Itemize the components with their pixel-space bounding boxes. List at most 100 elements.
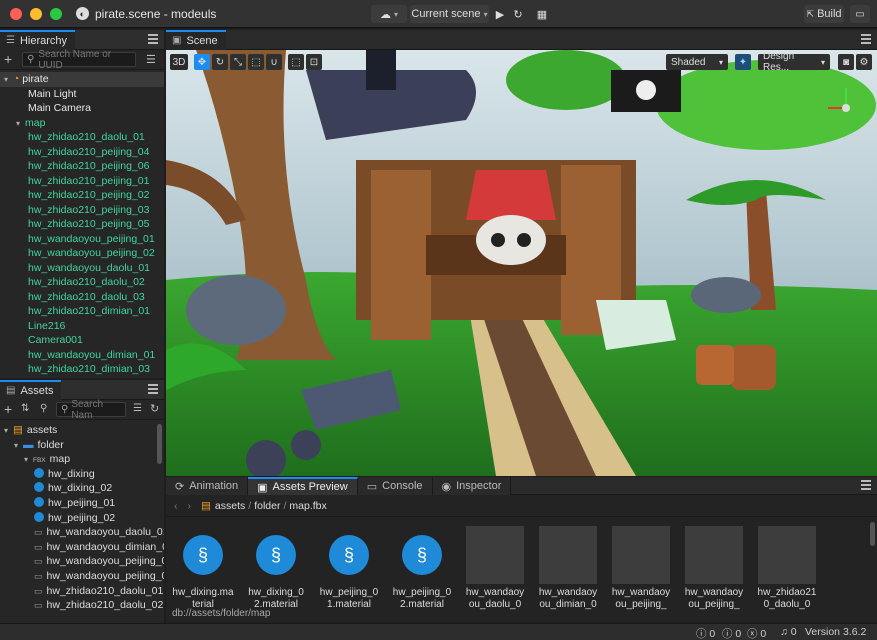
asset-tree-item[interactable]: ▭ hw_wandaoyou_peijing_01: [0, 554, 164, 569]
expand-arrow-icon[interactable]: ▾: [16, 117, 25, 132]
warning-count[interactable]: ⓘ 0: [722, 626, 741, 640]
asset-tree-item[interactable]: ▭ hw_zhidao210_daolu_02: [0, 598, 164, 613]
hierarchy-menu-icon[interactable]: [148, 34, 158, 44]
hierarchy-node[interactable]: Line216: [0, 319, 164, 334]
message-count[interactable]: ⓧ 0: [747, 626, 766, 640]
maximize-window-button[interactable]: [50, 7, 62, 20]
hierarchy-node[interactable]: hw_zhidao210_peijing_05: [0, 217, 164, 232]
hierarchy-node[interactable]: hw_zhidao210_daolu_01: [0, 130, 164, 145]
bottom-menu-icon[interactable]: [861, 480, 871, 490]
tab-assets[interactable]: ▤ Assets: [0, 380, 62, 400]
forward-icon[interactable]: ›: [188, 500, 192, 512]
add-asset-button[interactable]: +: [4, 401, 12, 417]
scene-viewport[interactable]: 3D ✥ ↻ ⤡ ⬚ ∪ ⬚ ⊡ Shaded ▾ ✦ Design Res...…: [166, 50, 877, 476]
tab-inspector[interactable]: ◉ Inspector: [432, 477, 512, 495]
back-icon[interactable]: ‹: [174, 500, 178, 512]
hierarchy-node[interactable]: hw_zhidao210_peijing_03: [0, 203, 164, 218]
notification-count[interactable]: ♫ 0: [780, 626, 797, 638]
assets-scrollbar[interactable]: [157, 424, 162, 464]
scale-tool-button[interactable]: ⤡: [230, 54, 246, 70]
tab-console[interactable]: ▭ Console: [357, 477, 433, 495]
asset-preview-item[interactable]: hw_wandaoyou_peijing_0...: [683, 526, 745, 611]
hierarchy-root-node[interactable]: ▾ ◔ pirate: [0, 72, 164, 87]
assets-menu-icon[interactable]: [148, 384, 158, 394]
error-count[interactable]: ⓘ 0: [696, 626, 715, 640]
asset-tree-item[interactable]: ▾ ▤ assets: [0, 423, 164, 438]
refresh-assets-icon[interactable]: ↻: [150, 402, 159, 415]
asset-tree-item[interactable]: ▭ hw_wandaoyou_daolu_01: [0, 525, 164, 540]
open-project-folder-button[interactable]: ▭: [850, 5, 870, 23]
play-button[interactable]: ▶: [492, 5, 508, 23]
build-button[interactable]: ⇱ Build: [804, 5, 844, 23]
asset-preview-item[interactable]: § hw_peijing_02.material: [391, 526, 453, 611]
filter-icon[interactable]: ⚲: [40, 403, 47, 414]
hierarchy-node[interactable]: hw_zhidao210_daolu_02: [0, 275, 164, 290]
assets-search-input[interactable]: ⚲ Search Nam: [56, 399, 126, 421]
breadcrumb-item[interactable]: map.fbx: [289, 500, 326, 512]
expand-arrow-icon[interactable]: ▾: [14, 439, 23, 454]
hierarchy-search-input[interactable]: ⚲ Search Name or UUID: [22, 49, 136, 71]
asset-tree-item[interactable]: ▾ ▬ folder: [0, 438, 164, 453]
design-resolution-select[interactable]: Design Res... ▾: [758, 51, 830, 73]
rotate-tool-button[interactable]: ↻: [212, 54, 228, 70]
hierarchy-list-options-icon[interactable]: ☰: [146, 53, 156, 66]
hierarchy-node[interactable]: Camera001: [0, 333, 164, 348]
close-window-button[interactable]: [10, 7, 22, 20]
preview-qr-button[interactable]: ▦: [534, 5, 550, 23]
asset-tree-item[interactable]: hw_peijing_02: [0, 511, 164, 526]
hierarchy-node[interactable]: Main Camera: [0, 101, 164, 116]
hierarchy-node[interactable]: hw_zhidao210_peijing_02: [0, 188, 164, 203]
tab-scene[interactable]: ▣ Scene: [166, 30, 226, 50]
asset-tree-item[interactable]: ▾ FBX map: [0, 452, 164, 467]
hierarchy-node[interactable]: hw_zhidao210_peijing_01: [0, 174, 164, 189]
asset-tree-item[interactable]: hw_dixing_02: [0, 481, 164, 496]
pivot-button[interactable]: ⬚: [288, 54, 304, 70]
tab-hierarchy[interactable]: ☰ Hierarchy: [0, 30, 76, 50]
asset-preview-item[interactable]: hw_wandaoyou_daolu_01....: [464, 526, 526, 611]
asset-tree-item[interactable]: ▭ hw_zhidao210_daolu_01: [0, 584, 164, 599]
move-tool-button[interactable]: ✥: [194, 54, 210, 70]
hierarchy-node[interactable]: hw_wandaoyou_dimian_01: [0, 348, 164, 363]
assets-preview-scrollbar[interactable]: [870, 522, 875, 546]
asset-tree-item[interactable]: hw_dixing: [0, 467, 164, 482]
camera-button[interactable]: ◙: [838, 54, 854, 70]
asset-preview-item[interactable]: hw_wandaoyou_dimian_01...: [537, 526, 599, 611]
hierarchy-node[interactable]: hw_wandaoyou_peijing_02: [0, 246, 164, 261]
scene-settings-button[interactable]: ⚙: [856, 54, 872, 70]
minimize-window-button[interactable]: [30, 7, 42, 20]
scene-menu-icon[interactable]: [861, 34, 871, 44]
expand-arrow-icon[interactable]: ▾: [24, 453, 33, 468]
shading-select[interactable]: Shaded ▾: [666, 54, 728, 70]
hierarchy-node[interactable]: hw_wandaoyou_daolu_01: [0, 261, 164, 276]
hierarchy-node[interactable]: hw_zhidao210_peijing_06: [0, 159, 164, 174]
assets-list-options-icon[interactable]: ☰: [133, 403, 142, 414]
add-node-button[interactable]: +: [4, 51, 12, 67]
hierarchy-node[interactable]: Main Light: [0, 87, 164, 102]
hierarchy-node[interactable]: hw_zhidao210_peijing_04: [0, 145, 164, 160]
sort-icon[interactable]: ⇅: [21, 403, 29, 414]
asset-preview-item[interactable]: § hw_dixing.material: [172, 526, 234, 611]
hierarchy-node[interactable]: ▾ map: [0, 116, 164, 131]
hierarchy-node[interactable]: hw_zhidao210_dimian_01: [0, 304, 164, 319]
tab-assets-preview[interactable]: ▣ Assets Preview: [248, 477, 358, 495]
local-global-button[interactable]: ⊡: [306, 54, 322, 70]
transform-tool-button[interactable]: ∪: [266, 54, 282, 70]
breadcrumb-item[interactable]: assets: [215, 500, 245, 512]
tab-animation[interactable]: ⟳ Animation: [166, 477, 249, 495]
asset-preview-item[interactable]: hw_zhidao210_daolu_01....: [756, 526, 818, 611]
asset-tree-item[interactable]: hw_peijing_01: [0, 496, 164, 511]
hierarchy-node[interactable]: hw_wandaoyou_peijing_01: [0, 232, 164, 247]
rect-tool-button[interactable]: ⬚: [248, 54, 264, 70]
expand-arrow-icon[interactable]: ▾: [4, 73, 13, 88]
current-scene-select[interactable]: Current scene ▾: [410, 5, 489, 23]
asset-tree-item[interactable]: ▭ hw_wandaoyou_peijing_02: [0, 569, 164, 584]
asset-preview-item[interactable]: § hw_peijing_01.material: [318, 526, 380, 611]
hierarchy-node[interactable]: hw_zhidao210_dimian_03: [0, 362, 164, 377]
breadcrumb-item[interactable]: folder: [254, 500, 280, 512]
asset-preview-item[interactable]: § hw_dixing_02.material: [245, 526, 307, 611]
asset-preview-item[interactable]: hw_wandaoyou_peijing_0...: [610, 526, 672, 611]
asset-tree-item[interactable]: ▭ hw_wandaoyou_dimian_01: [0, 540, 164, 555]
lighting-toggle-button[interactable]: ✦: [735, 54, 751, 70]
hierarchy-node[interactable]: hw_zhidao210_daolu_03: [0, 290, 164, 305]
expand-arrow-icon[interactable]: ▾: [4, 424, 13, 439]
